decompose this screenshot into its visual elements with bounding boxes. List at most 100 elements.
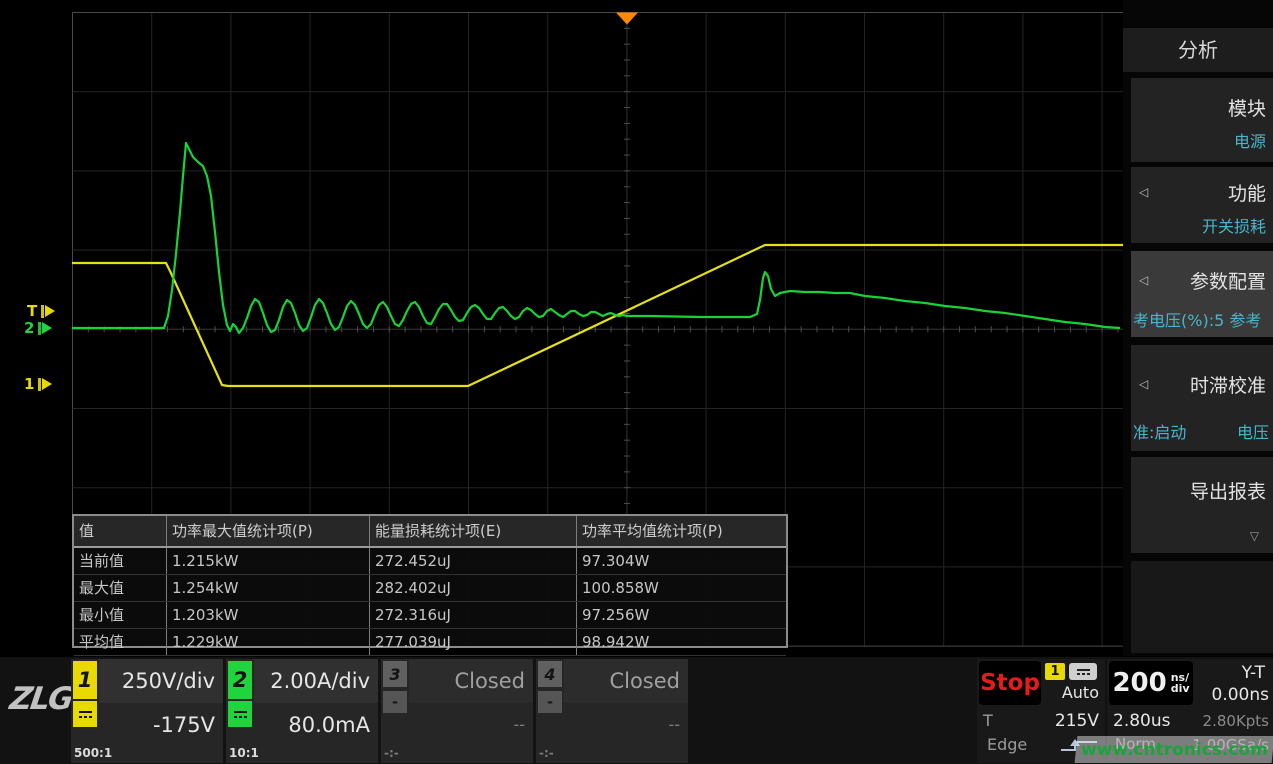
cell-value: 1.254kW xyxy=(167,575,370,601)
channel-2-block[interactable]: 2 2.00A/div 80.0mA 10:1 xyxy=(226,659,378,763)
module-value: 电源 xyxy=(1234,128,1266,152)
sidebar-item-export-report[interactable]: 导出报表 ▽ xyxy=(1131,457,1273,553)
table-header: 值 xyxy=(74,516,167,546)
timebase-unit-bottom: div xyxy=(1171,683,1190,694)
row-label: 当前值 xyxy=(74,548,167,574)
dc-coupling-icon xyxy=(73,701,97,727)
timebase-scale: 200 xyxy=(1112,668,1166,698)
export-report-label: 导出报表 xyxy=(1190,477,1266,504)
table-row: 当前值 1.215kW 272.452uJ 97.304W xyxy=(74,548,786,575)
channel-2-offset[interactable]: 80.0mA xyxy=(254,705,378,745)
table-header: 功率平均值统计项(P) xyxy=(577,516,786,546)
ch2-position-marker[interactable]: 2 xyxy=(24,321,52,335)
trigger-type-label: Edge xyxy=(987,735,1027,754)
channel-3-probe-ratio: -:- xyxy=(384,746,399,760)
marker-tail-icon xyxy=(38,322,41,335)
trigger-source-badge[interactable]: 1 xyxy=(1045,663,1065,680)
horizontal-delay[interactable]: 0.00ns xyxy=(1212,685,1269,705)
channel-3-offset: -- xyxy=(409,705,533,745)
right-arrow-icon xyxy=(45,305,55,317)
cell-value: 277.039uJ xyxy=(370,629,577,655)
marker-tail-icon xyxy=(41,305,44,318)
brand-logo-text: ZLG xyxy=(7,681,74,717)
trace-CH1-voltage xyxy=(72,245,1123,386)
watermark-text: www.cntronics.com xyxy=(1081,740,1268,760)
trigger-level-label: T xyxy=(983,711,993,730)
table-row: 平均值 1.229kW 277.039uJ 98.942W xyxy=(74,629,786,656)
trigger-level-row[interactable]: T 215V xyxy=(983,711,1099,733)
right-arrow-icon xyxy=(42,322,52,334)
right-arrow-icon xyxy=(42,378,52,390)
record-points: 2.80Kpts xyxy=(1203,712,1269,730)
cell-value: 1.203kW xyxy=(167,602,370,628)
sidebar-item-deskew-calibration[interactable]: ◁ 时滞校准 准:启动 电压 xyxy=(1131,345,1273,451)
channel-1-probe-ratio: 500:1 xyxy=(74,746,112,760)
deskew-label: 时滞校准 xyxy=(1190,371,1266,398)
cell-value: 97.256W xyxy=(577,602,786,628)
trigger-level-value: 215V xyxy=(1055,711,1099,731)
table-header: 能量损耗统计项(E) xyxy=(370,516,577,546)
dropdown-arrow-icon[interactable]: ▽ xyxy=(1250,529,1259,543)
oscilloscope-screen: T 2 1 值 功率最大值统计项(P) 能量损耗统计项(E) 功率平均值统计项(… xyxy=(0,0,1273,764)
parameter-config-label: 参数配置 xyxy=(1190,267,1266,294)
trigger-level-marker[interactable]: T xyxy=(27,304,55,318)
channel-3-coupling: - xyxy=(383,691,407,713)
collapse-arrow-icon: ◁ xyxy=(1139,185,1148,199)
cell-value: 1.215kW xyxy=(167,548,370,574)
timebase-scale-button[interactable]: 200 ns/ div xyxy=(1109,661,1193,705)
run-stop-button[interactable]: Stop xyxy=(979,661,1041,705)
marker-tail-icon xyxy=(38,378,41,391)
ch2-position-marker-label: 2 xyxy=(24,321,34,335)
ch1-position-marker-label: 1 xyxy=(24,377,34,391)
channel-2-scale[interactable]: 2.00A/div xyxy=(254,659,378,703)
collapse-arrow-icon: ◁ xyxy=(1139,273,1148,287)
row-label: 最小值 xyxy=(74,602,167,628)
trigger-level-marker-label: T xyxy=(27,304,37,318)
channel-4-badge[interactable]: 4 xyxy=(538,661,562,687)
row-label: 最大值 xyxy=(74,575,167,601)
deskew-value-left: 准:启动 xyxy=(1133,419,1186,443)
channel-2-badge[interactable]: 2 xyxy=(228,661,252,699)
sidebar-item-function[interactable]: ◁ 功能 开关损耗 xyxy=(1131,167,1273,243)
table-header: 功率最大值统计项(P) xyxy=(167,516,370,546)
cell-value: 100.858W xyxy=(577,575,786,601)
row-label: 平均值 xyxy=(74,629,167,655)
channel-3-block[interactable]: 3 - Closed -- -:- xyxy=(381,659,533,763)
channel-4-block[interactable]: 4 - Closed -- -:- xyxy=(536,659,688,763)
cell-value: 1.229kW xyxy=(167,629,370,655)
table-header-row: 值 功率最大值统计项(P) 能量损耗统计项(E) 功率平均值统计项(P) xyxy=(74,516,786,548)
capture-window: 2.80us xyxy=(1113,711,1170,731)
deskew-value-right: 电压 xyxy=(1237,419,1269,443)
ch1-position-marker[interactable]: 1 xyxy=(24,377,52,391)
parameter-config-value: 考电压(%):5 参考 xyxy=(1133,307,1261,331)
channel-1-badge[interactable]: 1 xyxy=(73,661,97,699)
channel-3-state[interactable]: Closed xyxy=(409,659,533,703)
measurement-statistics-table: 值 功率最大值统计项(P) 能量损耗统计项(E) 功率平均值统计项(P) 当前值… xyxy=(72,514,788,648)
sidebar-empty-panel xyxy=(1131,561,1273,653)
channel-3-badge[interactable]: 3 xyxy=(383,661,407,687)
dc-coupling-icon xyxy=(1069,663,1097,680)
trigger-position-icon xyxy=(616,13,638,25)
cell-value: 282.402uJ xyxy=(370,575,577,601)
table-row: 最大值 1.254kW 282.402uJ 100.858W xyxy=(74,575,786,602)
cell-value: 97.304W xyxy=(577,548,786,574)
dc-coupling-icon xyxy=(228,701,252,727)
sidebar-item-module[interactable]: 模块 电源 xyxy=(1131,78,1273,162)
collapse-arrow-icon: ◁ xyxy=(1139,377,1148,391)
cell-value: 272.316uJ xyxy=(370,602,577,628)
channel-1-block[interactable]: 1 250V/div -175V 500:1 xyxy=(71,659,223,763)
function-value: 开关损耗 xyxy=(1202,213,1266,237)
display-mode[interactable]: Y-T xyxy=(1242,663,1265,683)
function-label: 功能 xyxy=(1228,179,1266,206)
timebase-window-row: 2.80us 2.80Kpts xyxy=(1113,711,1269,733)
channel-4-coupling: - xyxy=(538,691,562,713)
channel-4-probe-ratio: -:- xyxy=(539,746,554,760)
sidebar-title: 分析 xyxy=(1123,28,1273,72)
cell-value: 98.942W xyxy=(577,629,786,655)
sidebar-item-parameter-config[interactable]: ◁ 参数配置 考电压(%):5 参考 xyxy=(1131,251,1273,337)
channel-1-scale[interactable]: 250V/div xyxy=(99,659,223,703)
trigger-mode[interactable]: Auto xyxy=(1037,683,1099,702)
table-row: 最小值 1.203kW 272.316uJ 97.256W xyxy=(74,602,786,629)
channel-1-offset[interactable]: -175V xyxy=(99,705,223,745)
channel-4-state[interactable]: Closed xyxy=(564,659,688,703)
